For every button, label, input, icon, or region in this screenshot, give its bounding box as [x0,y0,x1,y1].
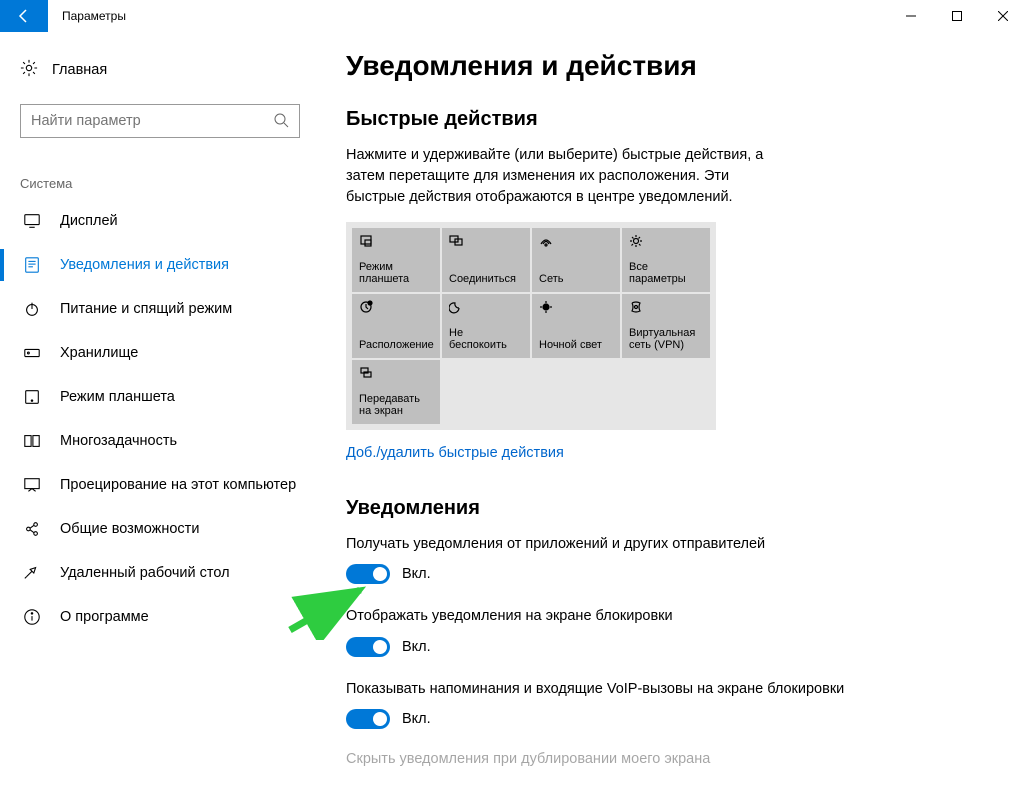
home-label: Главная [52,62,107,78]
tile-icon [539,300,613,316]
tile-label: Расположение [359,339,433,352]
section-label: Система [20,176,300,191]
quick-action-tile[interactable]: Не беспокоить [442,294,530,358]
gear-icon [20,59,38,81]
home-link[interactable]: Главная [20,50,300,90]
tile-label: Не беспокоить [449,327,523,352]
edit-quick-actions-link[interactable]: Доб./удалить быстрые действия [346,445,564,461]
about-icon [22,607,42,627]
sidebar-item-notifications[interactable]: Уведомления и действия [20,243,300,287]
project-icon [22,475,42,495]
sidebar-item-label: Режим планшета [60,389,175,405]
toggle-state-label: Вкл. [402,639,431,655]
sidebar-item-label: Удаленный рабочий стол [60,565,230,581]
tile-icon [449,300,523,316]
tile-icon [359,300,433,316]
sidebar-item-label: Питание и спящий режим [60,301,232,317]
quick-action-tile[interactable]: Передавать на экран [352,360,440,424]
back-button[interactable] [0,0,48,32]
quick-action-tile[interactable]: Сеть [532,228,620,292]
search-input[interactable] [31,113,273,129]
quick-action-tile[interactable]: Расположение [352,294,440,358]
quick-action-tile[interactable]: Режим планшета [352,228,440,292]
quick-action-tile[interactable]: Соединиться [442,228,530,292]
tile-label: Все параметры [629,261,703,286]
notification-setting: Получать уведомления от приложений и дру… [346,534,986,584]
titlebar: Параметры [0,0,1026,32]
minimize-button[interactable] [888,0,934,32]
sidebar-item-display[interactable]: Дисплей [20,199,300,243]
tile-icon [449,234,523,250]
toggle-switch[interactable] [346,709,390,729]
tile-label: Соединиться [449,273,523,286]
sidebar-item-label: Общие возможности [60,521,199,537]
notifications-heading: Уведомления [346,497,986,520]
shared-icon [22,519,42,539]
search-box[interactable] [20,104,300,138]
sidebar-item-about[interactable]: О программе [20,595,300,639]
sidebar-item-label: Дисплей [60,213,118,229]
tile-label: Сеть [539,273,613,286]
window-controls [888,0,1026,32]
sidebar-item-label: Уведомления и действия [60,257,229,273]
quick-action-tile[interactable]: Все параметры [622,228,710,292]
search-icon [273,112,289,131]
remote-icon [22,563,42,583]
main-content: Уведомления и действия Быстрые действия … [320,32,1026,801]
storage-icon [22,343,42,363]
toggle-state-label: Вкл. [402,711,431,727]
quick-actions-heading: Быстрые действия [346,108,986,131]
sidebar-item-multitask[interactable]: Многозадачность [20,419,300,463]
sidebar: Главная Система Дисплей Уведомления и дей… [0,32,320,801]
display-icon [22,211,42,231]
toggle-state-label: Вкл. [402,566,431,582]
tile-label: Передавать на экран [359,393,433,418]
notification-setting: Отображать уведомления на экране блокиро… [346,606,986,656]
setting-label: Отображать уведомления на экране блокиро… [346,606,846,626]
tile-label: Виртуальная сеть (VPN) [629,327,703,352]
sidebar-item-shared[interactable]: Общие возможности [20,507,300,551]
power-icon [22,299,42,319]
tile-icon [359,234,433,250]
setting-label: Показывать напоминания и входящие VoIP-в… [346,679,846,699]
tile-icon [539,234,613,250]
notification-setting: Показывать напоминания и входящие VoIP-в… [346,679,986,729]
sidebar-item-label: О программе [60,609,149,625]
multitask-icon [22,431,42,451]
sidebar-item-label: Хранилище [60,345,138,361]
sidebar-item-power[interactable]: Питание и спящий режим [20,287,300,331]
sidebar-item-remote[interactable]: Удаленный рабочий стол [20,551,300,595]
tile-icon [359,366,433,382]
page-title: Уведомления и действия [346,50,986,82]
tile-icon [629,234,703,250]
close-button[interactable] [980,0,1026,32]
sidebar-item-tablet[interactable]: Режим планшета [20,375,300,419]
sidebar-item-project[interactable]: Проецирование на этот компьютер [20,463,300,507]
quick-action-tile[interactable]: Виртуальная сеть (VPN) [622,294,710,358]
sidebar-item-label: Многозадачность [60,433,177,449]
setting-label: Получать уведомления от приложений и дру… [346,534,846,554]
toggle-switch[interactable] [346,564,390,584]
quick-actions-description: Нажмите и удерживайте (или выберите) быс… [346,145,786,208]
sidebar-item-label: Проецирование на этот компьютер [60,477,296,493]
tile-label: Режим планшета [359,261,433,286]
quick-actions-panel: Режим планшета Соединиться Сеть Все парамет… [346,222,716,430]
tile-label: Ночной свет [539,339,613,352]
tile-icon [629,300,703,316]
truncated-setting-label: Скрыть уведомления при дублировании моег… [346,751,986,767]
toggle-switch[interactable] [346,637,390,657]
maximize-button[interactable] [934,0,980,32]
quick-action-tile[interactable]: Ночной свет [532,294,620,358]
notifications-icon [22,255,42,275]
sidebar-item-storage[interactable]: Хранилище [20,331,300,375]
window-title: Параметры [62,9,888,23]
tablet-icon [22,387,42,407]
